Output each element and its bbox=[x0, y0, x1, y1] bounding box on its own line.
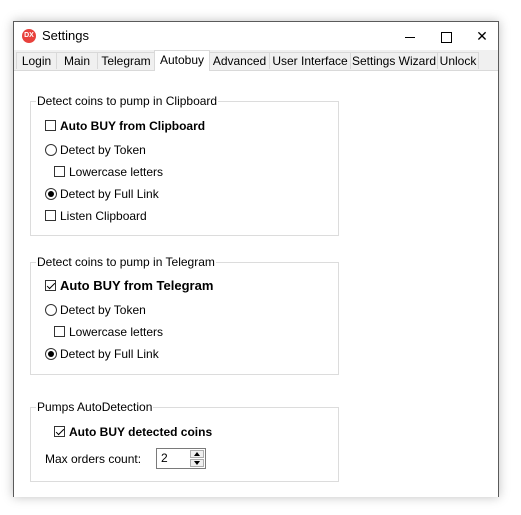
auto-buy-clipboard-checkbox[interactable]: Auto BUY from Clipboard bbox=[45, 118, 205, 134]
spin-down-button[interactable] bbox=[190, 459, 204, 467]
pumps-group-title: Pumps AutoDetection bbox=[36, 400, 154, 414]
clipboard-detect-full-link-label: Detect by Full Link bbox=[60, 187, 159, 201]
telegram-group-title: Detect coins to pump in Telegram bbox=[36, 255, 216, 269]
tab-user-interface[interactable]: User Interface bbox=[269, 52, 351, 69]
telegram-detect-token-radio[interactable]: Detect by Token bbox=[45, 302, 146, 318]
telegram-detect-full-link-radio[interactable]: Detect by Full Link bbox=[45, 346, 159, 362]
autobuy-tab-panel: Detect coins to pump in Clipboard Auto B… bbox=[14, 70, 498, 497]
max-orders-spinbox[interactable]: 2 bbox=[156, 448, 206, 469]
tab-telegram[interactable]: Telegram bbox=[97, 52, 155, 69]
checkbox-icon bbox=[54, 166, 65, 178]
max-orders-value[interactable]: 2 bbox=[161, 451, 168, 465]
close-button[interactable]: ✕ bbox=[464, 22, 500, 50]
checkbox-icon bbox=[54, 326, 65, 338]
title-bar[interactable]: DX Settings ✕ bbox=[14, 22, 498, 50]
arrow-up-icon bbox=[194, 452, 200, 456]
radio-selected-icon bbox=[45, 347, 57, 360]
clipboard-detect-token-label: Detect by Token bbox=[60, 143, 146, 157]
telegram-lowercase-label: Lowercase letters bbox=[69, 325, 164, 339]
auto-buy-clipboard-label: Auto BUY from Clipboard bbox=[60, 119, 206, 133]
checkbox-checked-icon bbox=[45, 280, 56, 292]
telegram-detect-full-link-label: Detect by Full Link bbox=[60, 347, 159, 361]
tab-login[interactable]: Login bbox=[16, 52, 57, 69]
auto-buy-telegram-label: Auto BUY from Telegram bbox=[60, 278, 214, 293]
pumps-autodetection-group: Pumps AutoDetection Auto BUY detected co… bbox=[30, 400, 339, 482]
telegram-lowercase-checkbox[interactable]: Lowercase letters bbox=[54, 324, 163, 340]
max-orders-label: Max orders count: bbox=[45, 452, 142, 466]
spin-up-button[interactable] bbox=[190, 450, 204, 458]
tab-advanced[interactable]: Advanced bbox=[209, 52, 270, 69]
radio-icon bbox=[45, 303, 57, 316]
window-title: Settings bbox=[42, 28, 89, 43]
minimize-icon bbox=[405, 36, 415, 38]
spinner-buttons bbox=[190, 450, 204, 467]
maximize-button[interactable] bbox=[428, 22, 464, 50]
checkbox-icon bbox=[45, 210, 56, 222]
auto-buy-detected-checkbox[interactable]: Auto BUY detected coins bbox=[54, 424, 212, 440]
radio-icon bbox=[45, 143, 57, 156]
minimize-button[interactable] bbox=[392, 22, 428, 50]
clipboard-detect-full-link-radio[interactable]: Detect by Full Link bbox=[45, 186, 159, 202]
tab-unlock[interactable]: Unlock bbox=[437, 52, 479, 69]
auto-buy-detected-label: Auto BUY detected coins bbox=[69, 425, 213, 439]
maximize-icon bbox=[440, 31, 452, 43]
telegram-detect-token-label: Detect by Token bbox=[60, 303, 146, 317]
clipboard-lowercase-label: Lowercase letters bbox=[69, 165, 164, 179]
listen-clipboard-label: Listen Clipboard bbox=[60, 209, 147, 223]
app-icon: DX bbox=[22, 29, 36, 43]
telegram-group: Detect coins to pump in Telegram Auto BU… bbox=[30, 255, 339, 375]
clipboard-group: Detect coins to pump in Clipboard Auto B… bbox=[30, 94, 339, 236]
close-icon: ✕ bbox=[476, 28, 488, 44]
clipboard-detect-token-radio[interactable]: Detect by Token bbox=[45, 142, 146, 158]
listen-clipboard-checkbox[interactable]: Listen Clipboard bbox=[45, 208, 147, 224]
checkbox-icon bbox=[45, 120, 56, 132]
tab-main[interactable]: Main bbox=[56, 52, 98, 69]
radio-selected-icon bbox=[45, 187, 57, 200]
settings-window: DX Settings ✕ Login Main Telegram Autobu… bbox=[13, 21, 499, 497]
arrow-down-icon bbox=[194, 461, 200, 465]
checkbox-checked-icon bbox=[54, 426, 65, 438]
tab-autobuy[interactable]: Autobuy bbox=[154, 50, 210, 71]
tab-strip: Login Main Telegram Autobuy Advanced Use… bbox=[14, 50, 498, 71]
clipboard-lowercase-checkbox[interactable]: Lowercase letters bbox=[54, 164, 163, 180]
clipboard-group-title: Detect coins to pump in Clipboard bbox=[36, 94, 219, 108]
tab-settings-wizard[interactable]: Settings Wizard bbox=[350, 52, 438, 69]
auto-buy-telegram-checkbox[interactable]: Auto BUY from Telegram bbox=[45, 278, 213, 294]
